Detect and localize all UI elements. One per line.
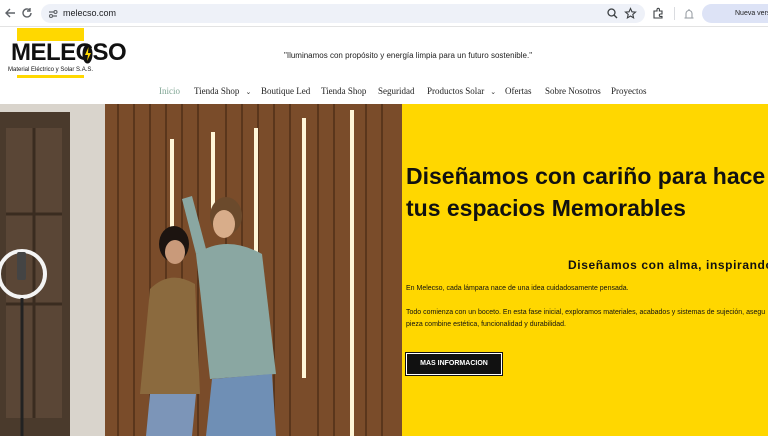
nav-item-tienda-shop[interactable]: Tienda Shop ⌄: [194, 85, 251, 98]
nav-label: Proyectos: [611, 86, 647, 96]
hero-title-line-1: Diseñamos con cariño para hace: [406, 163, 766, 189]
site-settings-icon[interactable]: [47, 7, 59, 19]
logo-wordmark: MELECSO: [11, 39, 127, 66]
nav-label: Productos Solar: [427, 86, 485, 96]
nav-item-tienda-shop-2[interactable]: Tienda Shop: [321, 85, 366, 97]
chevron-down-icon: ⌄: [490, 88, 497, 96]
lightning-bolt-icon: [82, 44, 93, 64]
chevron-down-icon: ⌄: [245, 88, 252, 96]
url-text[interactable]: melecso.com: [63, 7, 116, 20]
nav-item-inicio[interactable]: Inicio: [159, 85, 180, 97]
chrome-update-button[interactable]: Nueva versión de Chrome: [702, 4, 768, 23]
nav-item-ofertas[interactable]: Ofertas: [505, 85, 532, 97]
nav-label: Seguridad: [378, 86, 415, 96]
toolbar-divider: [674, 7, 675, 20]
nav-label: Boutique Led: [261, 86, 311, 96]
hero-paragraph-2-line-2: pieza combine estética, funcionalidad y …: [406, 321, 566, 328]
hero-section: Diseñamos con cariño para hace tus espac…: [0, 104, 768, 436]
nav-item-productos-solar[interactable]: Productos Solar ⌄: [427, 85, 496, 98]
hero-paragraph-2-line-1: Todo comienza con un boceto. En esta fas…: [406, 309, 766, 316]
main-navigation: Inicio Tienda Shop ⌄ Boutique Led Tienda …: [0, 85, 768, 99]
nav-item-proyectos[interactable]: Proyectos: [611, 85, 647, 97]
profile-icon[interactable]: [683, 7, 695, 20]
nav-item-sobre-nosotros[interactable]: Sobre Nosotros: [545, 85, 601, 97]
hero-photo: [0, 104, 402, 436]
browser-toolbar: melecso.com Nueva versión de Chrome: [0, 0, 768, 27]
site-tagline: "Iluminamos con propósito y energía limp…: [284, 51, 533, 60]
hero-paragraph-1: En Melecso, cada lámpara nace de una ide…: [406, 285, 629, 292]
reload-icon[interactable]: [19, 5, 35, 21]
extensions-icon[interactable]: [652, 7, 665, 20]
logo-subtitle: Material Eléctrico y Solar S.A.S.: [8, 67, 94, 73]
nav-item-boutique-led[interactable]: Boutique Led: [261, 85, 310, 97]
hero-title-line-2: tus espacios Memorables: [406, 195, 686, 221]
nav-label: Ofertas: [505, 86, 532, 96]
hero-title: Diseñamos con cariño para hace tus espac…: [406, 160, 768, 224]
nav-label: Inicio: [159, 86, 180, 96]
bookmark-star-icon[interactable]: [624, 7, 637, 20]
nav-label: Tienda Shop: [194, 86, 240, 96]
nav-label: Tienda Shop: [321, 86, 367, 96]
hero-subtitle: Diseñamos con alma, inspirando: [568, 258, 768, 272]
zoom-icon[interactable]: [606, 7, 619, 20]
nav-item-seguridad[interactable]: Seguridad: [378, 85, 415, 97]
mas-informacion-button[interactable]: MAS INFORMACION: [405, 352, 503, 376]
address-bar[interactable]: melecso.com: [41, 4, 645, 23]
back-arrow-icon[interactable]: [2, 5, 18, 21]
logo-bottom-bar: [17, 75, 84, 78]
nav-label: Sobre Nosotros: [545, 86, 601, 96]
